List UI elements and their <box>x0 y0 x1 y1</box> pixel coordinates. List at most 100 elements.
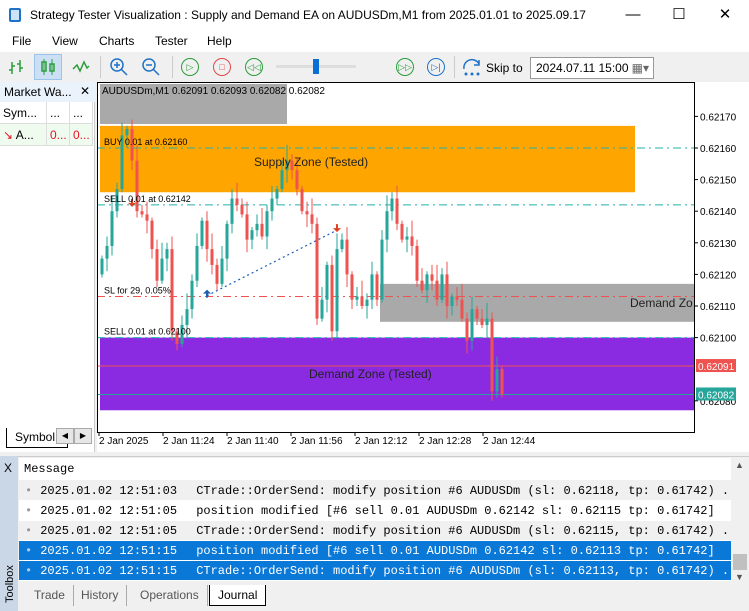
bull-candle[interactable] <box>190 280 194 310</box>
speed-slider-thumb[interactable] <box>313 59 319 74</box>
bull-candle[interactable] <box>200 220 204 246</box>
menu-charts[interactable]: Charts <box>99 34 134 48</box>
bull-candle[interactable] <box>125 129 129 136</box>
bear-candle[interactable] <box>410 236 414 246</box>
bear-candle[interactable] <box>435 280 439 300</box>
bull-candle[interactable] <box>230 198 234 224</box>
bear-candle[interactable] <box>140 211 144 215</box>
sell-arrow-icon[interactable] <box>333 224 341 233</box>
tab-journal[interactable]: Journal <box>209 585 267 606</box>
menu-tester[interactable]: Tester <box>155 34 188 48</box>
fast-forward-button[interactable]: ▷▷ <box>394 56 416 78</box>
column-bid[interactable]: ... <box>47 102 70 124</box>
bear-candle[interactable] <box>415 245 419 281</box>
close-button[interactable]: ✕ <box>702 0 748 30</box>
stop-button[interactable]: □ <box>211 56 233 78</box>
bull-candle[interactable] <box>450 296 454 306</box>
bull-candle[interactable] <box>195 245 199 281</box>
bull-candle[interactable] <box>335 249 339 332</box>
maximize-button[interactable]: ☐ <box>656 0 702 30</box>
bull-candle[interactable] <box>385 211 389 240</box>
market-watch-close-button[interactable]: ✕ <box>80 84 90 98</box>
bear-candle[interactable] <box>245 214 249 240</box>
bear-candle[interactable] <box>305 211 309 215</box>
market-watch-row[interactable]: ↘ A... 0... 0... <box>0 124 93 146</box>
bear-candle[interactable] <box>360 296 364 306</box>
bull-candle[interactable] <box>320 299 324 319</box>
bull-candle[interactable] <box>390 198 394 212</box>
bull-candle[interactable] <box>250 230 254 240</box>
step-forward-button[interactable]: ▷| <box>425 56 447 78</box>
bear-candle[interactable] <box>170 249 174 332</box>
bear-candle[interactable] <box>445 274 449 306</box>
journal-scrollbar[interactable]: ▲ ▼ <box>731 458 749 584</box>
tab-history[interactable]: History <box>73 585 128 606</box>
bull-candle[interactable] <box>160 258 164 281</box>
bear-candle[interactable] <box>375 274 379 300</box>
journal-row[interactable]: • 2025.01.02 12:51:15 CTrade::OrderSend: m… <box>19 561 731 581</box>
bull-candle[interactable] <box>425 274 429 291</box>
scroll-left-button[interactable]: ◀ <box>56 428 74 444</box>
bear-candle[interactable] <box>145 214 149 221</box>
scrollbar-thumb[interactable] <box>733 554 747 570</box>
price-chart[interactable]: AUDUSDm,M1 0.62091 0.62093 0.62082 0.620… <box>97 82 749 452</box>
scroll-right-button[interactable]: ▶ <box>74 428 92 444</box>
bear-candle[interactable] <box>480 318 484 325</box>
bull-candle[interactable] <box>270 198 274 212</box>
bull-candle[interactable] <box>185 309 189 325</box>
menu-help[interactable]: Help <box>207 34 232 48</box>
bull-candle[interactable] <box>495 369 499 392</box>
bull-candle[interactable] <box>255 223 259 231</box>
bull-candle[interactable] <box>340 239 344 250</box>
bear-candle[interactable] <box>400 223 404 240</box>
bar-chart-button[interactable] <box>6 56 28 78</box>
bear-candle[interactable] <box>330 264 334 332</box>
bull-candle[interactable] <box>110 211 114 246</box>
bull-candle[interactable] <box>225 223 229 259</box>
bear-candle[interactable] <box>430 274 434 281</box>
bear-candle[interactable] <box>315 223 319 319</box>
bear-candle[interactable] <box>395 198 399 224</box>
bull-candle[interactable] <box>485 318 489 325</box>
bull-candle[interactable] <box>440 274 444 300</box>
bear-candle[interactable] <box>295 170 299 190</box>
column-symbol[interactable]: Sym... <box>0 102 47 124</box>
bull-candle[interactable] <box>355 296 359 300</box>
bear-candle[interactable] <box>260 223 264 237</box>
bull-candle[interactable] <box>365 299 369 306</box>
bull-candle[interactable] <box>280 170 284 190</box>
bear-candle[interactable] <box>465 318 469 341</box>
bear-candle[interactable] <box>240 204 244 215</box>
bull-candle[interactable] <box>165 249 169 259</box>
line-chart-button[interactable] <box>70 56 92 78</box>
bull-candle[interactable] <box>275 189 279 199</box>
bear-candle[interactable] <box>235 198 239 205</box>
calendar-dropdown-icon[interactable]: ▦▾ <box>632 61 649 75</box>
bear-candle[interactable] <box>500 369 504 395</box>
zoom-out-button[interactable] <box>140 56 162 78</box>
journal-row[interactable]: • 2025.01.02 12:51:05 CTrade::OrderSend: m… <box>19 521 731 541</box>
bear-candle[interactable] <box>345 239 349 275</box>
journal-row[interactable]: • 2025.01.02 12:51:05 position modified [#… <box>19 501 731 521</box>
zoom-in-button[interactable] <box>108 56 130 78</box>
bear-candle[interactable] <box>490 318 494 392</box>
column-message[interactable]: Message <box>19 458 731 480</box>
tab-operations[interactable]: Operations <box>132 585 208 606</box>
journal-row[interactable]: • 2025.01.02 12:51:15 position modified [#… <box>19 541 731 561</box>
bull-candle[interactable] <box>325 264 329 300</box>
candlestick-chart-button[interactable] <box>34 54 62 80</box>
bear-candle[interactable] <box>210 249 214 265</box>
bear-candle[interactable] <box>420 280 424 291</box>
bull-candle[interactable] <box>405 236 409 240</box>
bear-candle[interactable] <box>300 189 304 212</box>
bull-candle[interactable] <box>220 258 224 284</box>
menu-file[interactable]: File <box>12 34 31 48</box>
bull-candle[interactable] <box>105 245 109 259</box>
journal-row[interactable]: • 2025.01.02 12:51:03 CTrade::OrderSend: m… <box>19 481 731 501</box>
bear-candle[interactable] <box>460 299 464 319</box>
bear-candle[interactable] <box>350 274 354 300</box>
column-ask[interactable]: ... <box>70 102 93 124</box>
bear-candle[interactable] <box>310 214 314 224</box>
bull-candle[interactable] <box>370 274 374 300</box>
bear-candle[interactable] <box>155 249 159 281</box>
